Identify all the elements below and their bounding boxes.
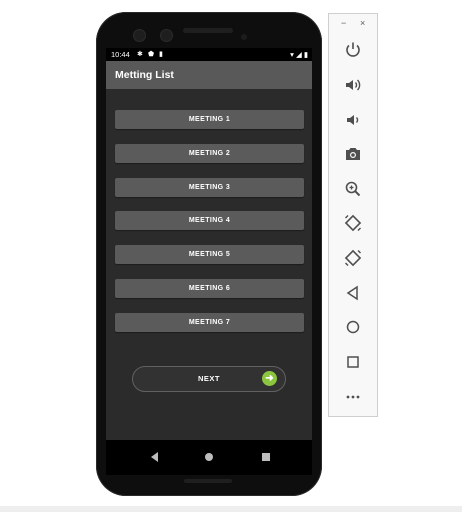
power-icon[interactable] [343,40,363,60]
meeting-5-button[interactable]: MEETING 5 [115,245,304,264]
camera-icon[interactable] [343,144,363,164]
sim-card-status-icon: ▮ [159,51,163,58]
emulator-device-frame: 10:44 ✱ ⬟ ▮ ▾ ◢ ▮ Metting List MEETING 1… [96,12,322,496]
status-bar: 10:44 ✱ ⬟ ▮ ▾ ◢ ▮ [106,48,312,61]
arrow-right-icon: ➜ [262,371,277,386]
nav-home-icon[interactable] [205,453,213,461]
meeting-3-button[interactable]: MEETING 3 [115,178,304,197]
status-time: 10:44 [111,50,130,59]
device-screen: 10:44 ✱ ⬟ ▮ ▾ ◢ ▮ Metting List MEETING 1… [106,48,312,475]
nav-recents-icon[interactable] [262,453,270,461]
proximity-sensor [241,34,247,40]
status-right-icons: ▾ ◢ ▮ [290,48,308,61]
app-title: Metting List [115,69,174,81]
front-camera-left [134,30,145,41]
signal-icon: ◢ [295,50,302,59]
home-icon[interactable] [343,317,363,337]
back-icon[interactable] [343,283,363,303]
meeting-1-button[interactable]: MEETING 1 [115,110,304,129]
battery-icon: ▮ [303,50,308,59]
meeting-2-button[interactable]: MEETING 2 [115,144,304,163]
meeting-7-button[interactable]: MEETING 7 [115,313,304,332]
volume-up-icon[interactable] [343,75,363,95]
window-bottom-edge [0,506,462,512]
volume-down-icon[interactable] [343,110,363,130]
shield-status-icon: ⬟ [148,51,155,58]
android-nav-bar [106,440,312,475]
meeting-4-button[interactable]: MEETING 4 [115,211,304,230]
next-button[interactable]: NEXT ➜ [132,366,286,392]
rotate-right-icon[interactable] [343,248,363,268]
front-camera-right [161,30,172,41]
emulator-toolbar: − × [328,13,378,417]
nav-back-icon[interactable] [151,452,158,462]
meeting-6-button[interactable]: MEETING 6 [115,279,304,298]
close-window-button[interactable]: × [360,18,365,28]
minimize-window-button[interactable]: − [341,18,346,28]
settings-status-icon: ✱ [137,51,143,58]
bottom-speaker-grille [184,479,232,483]
rotate-left-icon[interactable] [343,213,363,233]
zoom-icon[interactable] [343,179,363,199]
wifi-icon: ▾ [290,50,294,59]
app-bar: Metting List [106,61,312,89]
overview-icon[interactable] [343,352,363,372]
earpiece-speaker [183,28,233,33]
more-icon[interactable] [343,387,363,407]
